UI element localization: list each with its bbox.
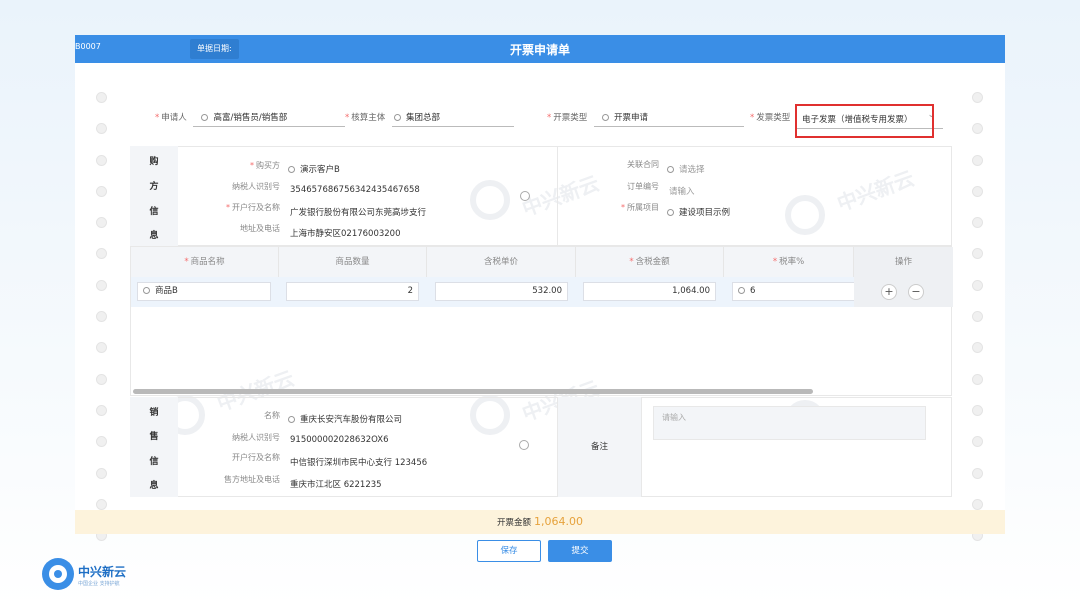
applicant-field[interactable]: * 申请人 高富/销售员/销售部 bbox=[155, 111, 346, 127]
table-header: * 商品名称 商品数量 含税单价 * 含税金额 * 税率% 操作 bbox=[131, 247, 953, 277]
order-no-input[interactable]: 请输入 bbox=[669, 185, 695, 197]
buyer-name-label: * 购买方 bbox=[250, 161, 280, 170]
remark-label: 备注 bbox=[590, 442, 608, 452]
col-header: * 含税金额 bbox=[576, 247, 724, 277]
horizontal-scrollbar[interactable] bbox=[133, 389, 813, 394]
search-icon[interactable] bbox=[519, 440, 529, 450]
total-bar: 开票金额 1,064.00 bbox=[75, 510, 1005, 534]
tax-rate-input[interactable]: 6 bbox=[732, 282, 856, 301]
buyer-name-value[interactable]: 演示客户B bbox=[288, 163, 340, 175]
project-select[interactable]: 建设项目示例 bbox=[667, 206, 730, 218]
invoice-kind-field[interactable]: * 开票类型 开票申请 bbox=[547, 111, 744, 127]
entity-field[interactable]: * 核算主体 集团总部 bbox=[345, 111, 514, 127]
highlight-box bbox=[795, 104, 934, 138]
brand-name: 中兴新云 bbox=[78, 565, 127, 579]
op-cell bbox=[854, 277, 953, 307]
remove-row-button[interactable]: − bbox=[908, 284, 924, 300]
binding-holes-right bbox=[972, 92, 984, 561]
table-row: 商品B 2 532.00 1,064.00 6 + − bbox=[131, 277, 953, 307]
search-icon bbox=[601, 114, 609, 121]
page: { "header": { "doc_no": "B0007", "date_l… bbox=[0, 0, 1080, 607]
seller-bank-value: 中信银行深圳市民中心支行 123456 bbox=[290, 458, 428, 468]
contract-select[interactable]: 请选择 bbox=[667, 163, 705, 175]
item-name-input[interactable]: 商品B bbox=[137, 282, 271, 301]
order-no-label: 订单编号 bbox=[627, 182, 659, 191]
applicant-value: 高富/销售员/销售部 bbox=[213, 113, 288, 123]
buyer-side-header: 购 方 信 息 bbox=[130, 146, 178, 246]
invoice-kind-value: 开票申请 bbox=[613, 113, 648, 123]
search-icon bbox=[143, 287, 150, 294]
item-price-input[interactable]: 532.00 bbox=[435, 282, 568, 301]
item-qty-input[interactable]: 2 bbox=[286, 282, 419, 301]
seller-side-header: 销 售 信 息 bbox=[130, 397, 178, 497]
remark-textarea[interactable]: 请输入 bbox=[653, 406, 926, 440]
add-row-button[interactable]: + bbox=[881, 284, 897, 300]
brand-logo-icon bbox=[42, 558, 74, 590]
col-header: 操作 bbox=[854, 247, 953, 277]
invoice-type-label-wrap: * 发票类型 bbox=[750, 113, 791, 123]
buyer-taxid-value: 354657686756342435467658 bbox=[290, 185, 420, 195]
contract-label: 关联合同 bbox=[627, 160, 659, 169]
title-bar: B0007 单据日期: 开票申请单 bbox=[75, 35, 1005, 63]
brand-tagline: 中国企业 支持护航 bbox=[78, 581, 120, 587]
buyer-address-value: 上海市静安区02176003200 bbox=[290, 229, 401, 239]
search-icon bbox=[393, 114, 401, 121]
item-amount-input[interactable]: 1,064.00 bbox=[583, 282, 716, 301]
col-header: 商品数量 bbox=[279, 247, 427, 277]
seller-taxid-label: 纳税人识别号 bbox=[232, 433, 280, 442]
search-icon bbox=[667, 166, 674, 173]
page-title: 开票申请单 bbox=[509, 43, 570, 57]
seller-address-value: 重庆市江北区 6221235 bbox=[290, 480, 382, 490]
items-table: * 商品名称 商品数量 含税单价 * 含税金额 * 税率% 操作 商品B 2 532.… bbox=[130, 246, 953, 396]
col-header: * 商品名称 bbox=[131, 247, 279, 277]
seller-name-value[interactable]: 重庆长安汽车股份有限公司 bbox=[288, 413, 402, 425]
seller-name-label: 名称 bbox=[264, 411, 280, 420]
buyer-taxid-label: 纳税人识别号 bbox=[232, 182, 280, 191]
seller-taxid-value: 915000002028632OX6 bbox=[290, 435, 389, 445]
total-label: 开票金额 bbox=[497, 518, 532, 528]
search-icon bbox=[288, 416, 295, 423]
search-icon bbox=[288, 166, 295, 173]
save-button[interactable]: 保存 bbox=[477, 540, 541, 562]
col-header: * 税率% bbox=[724, 247, 854, 277]
entity-value: 集团总部 bbox=[405, 113, 440, 123]
search-icon[interactable] bbox=[520, 191, 530, 201]
search-icon bbox=[201, 114, 209, 121]
project-label: * 所属项目 bbox=[621, 203, 659, 212]
seller-address-label: 售方地址及电话 bbox=[224, 475, 280, 484]
col-header: 含税单价 bbox=[427, 247, 576, 277]
buyer-bank-value: 广发银行股份有限公司东莞高埗支行 bbox=[290, 208, 427, 218]
divider bbox=[557, 146, 558, 246]
buyer-address-label: 地址及电话 bbox=[240, 224, 280, 233]
remark-label-cell: 备注 bbox=[557, 397, 642, 497]
buyer-bank-label: * 开户行及名称 bbox=[226, 203, 280, 212]
submit-button[interactable]: 提交 bbox=[548, 540, 612, 562]
binding-holes-left bbox=[96, 92, 108, 561]
seller-bank-label: 开户行及名称 bbox=[232, 453, 280, 462]
total-amount: 1,064.00 bbox=[534, 515, 583, 528]
search-icon bbox=[738, 287, 745, 294]
search-icon bbox=[667, 209, 674, 216]
